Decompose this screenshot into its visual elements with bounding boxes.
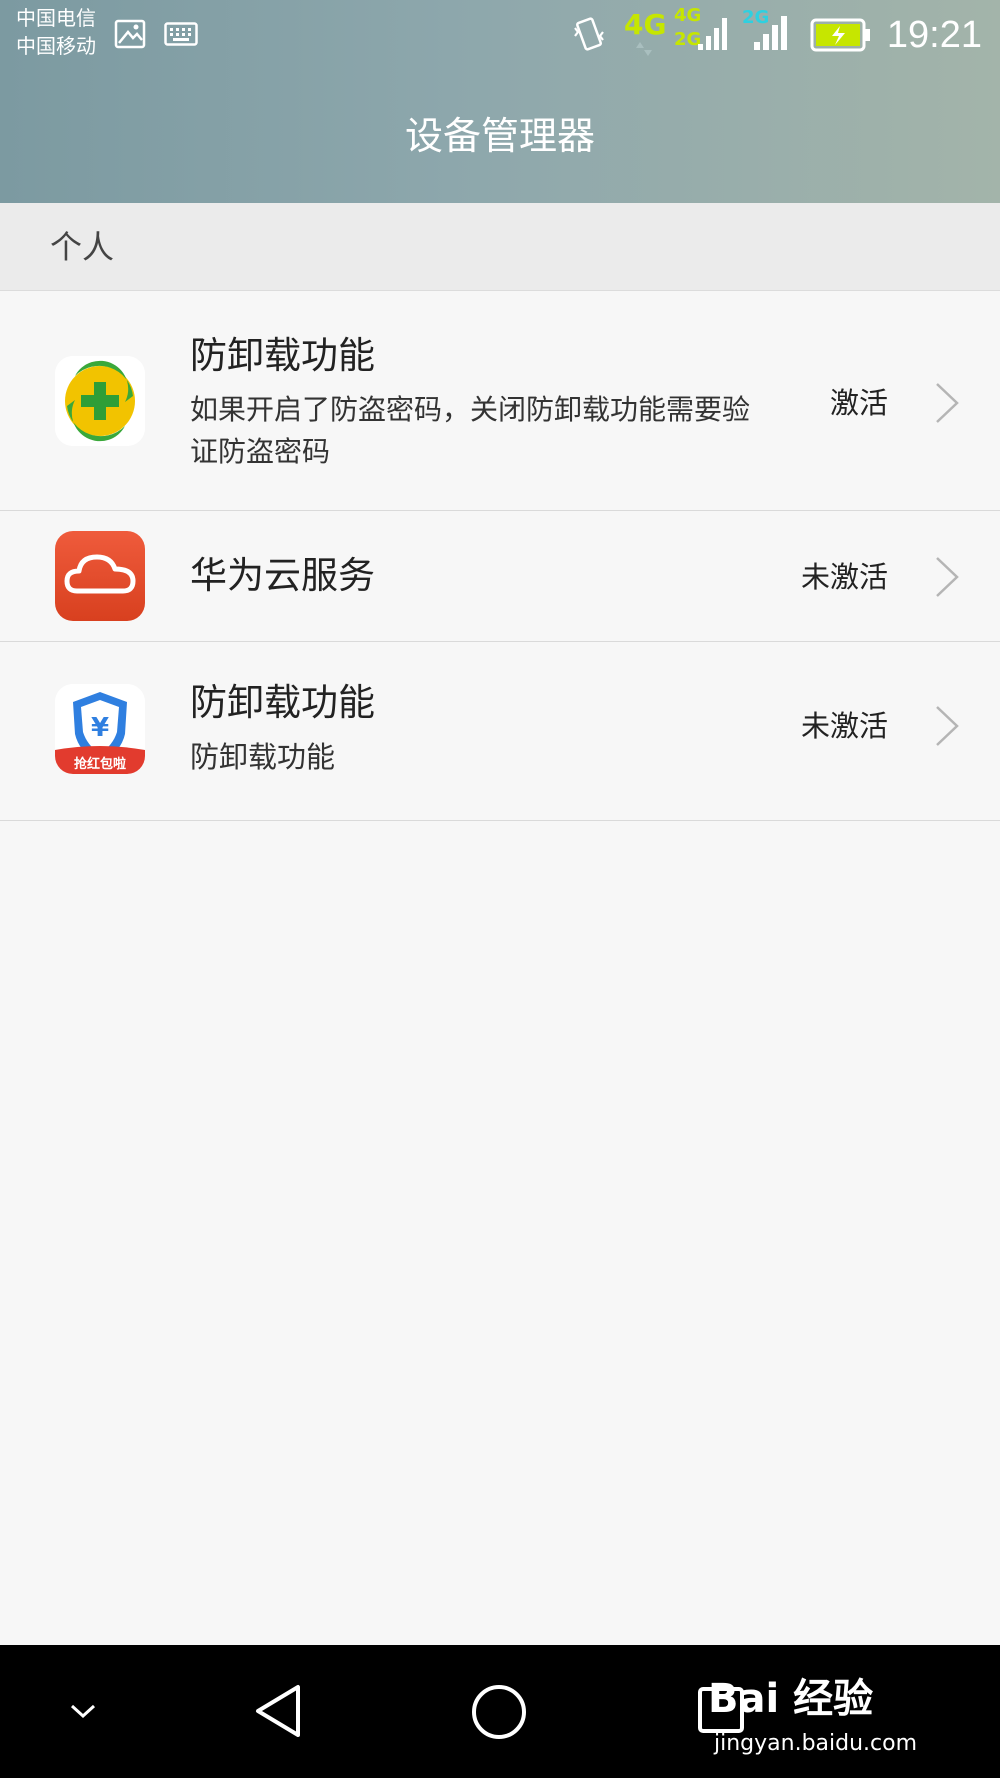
network-type-1: 4G — [624, 8, 667, 41]
collapse-icon[interactable] — [66, 1701, 100, 1723]
item-title: 防卸载功能 — [190, 681, 375, 724]
battery-charging-icon — [810, 18, 870, 52]
app-header: 中国电信 中国移动 4G 4G 2G 2G 19:21 设备管理器 — [0, 0, 1000, 203]
section-label: 个人 — [50, 228, 115, 266]
page-title: 设备管理器 — [404, 114, 595, 158]
icon-caption: 抢红包啦 — [74, 756, 126, 772]
item-subtitle: 防卸载功能 — [190, 740, 336, 774]
watermark-url: jingyan.baidu.com — [714, 1731, 918, 1756]
keyboard-icon — [164, 22, 198, 46]
carrier-2: 中国移动 — [16, 34, 96, 58]
list-item-anti-uninstall-360[interactable]: 防卸载功能 如果开启了防盗密码，关闭防卸载功能需要验证防盗密码 激活 — [0, 291, 1000, 511]
status-bar: 中国电信 中国移动 4G 4G 2G 2G 19:21 — [0, 0, 1000, 70]
data-arrows-icon — [636, 42, 652, 56]
chevron-right-icon — [936, 706, 959, 746]
carrier-info: 中国电信 中国移动 — [16, 4, 96, 60]
carrier-1: 中国电信 — [16, 6, 96, 30]
list-item-huawei-cloud[interactable]: 华为云服务 未激活 — [0, 511, 1000, 642]
svg-text:¥: ¥ — [91, 713, 109, 743]
vibrate-icon — [574, 17, 604, 51]
signal-icon — [698, 18, 727, 50]
chevron-right-icon — [936, 557, 959, 597]
shield-yen-icon: ¥ 抢红包啦 — [55, 684, 145, 774]
signal-icon — [754, 16, 787, 50]
chevron-right-icon — [936, 383, 959, 423]
baidu-jingyan-watermark: Bai 经验 jingyan.baidu.com — [708, 1675, 948, 1765]
360-security-icon — [55, 356, 145, 446]
list-item-anti-uninstall-hongbao[interactable]: ¥ 抢红包啦 防卸载功能 防卸载功能 未激活 — [0, 642, 1000, 821]
device-admin-list: 防卸载功能 如果开启了防盗密码，关闭防卸载功能需要验证防盗密码 激活 华为云服务… — [0, 291, 1000, 821]
item-status: 激活 — [829, 386, 888, 420]
watermark-title: Bai 经验 — [708, 1676, 874, 1722]
item-title: 华为云服务 — [190, 554, 375, 597]
home-icon[interactable] — [470, 1683, 528, 1741]
navigation-bar: Bai 经验 jingyan.baidu.com — [0, 1645, 1000, 1778]
item-title: 防卸载功能 — [190, 334, 375, 377]
item-status: 未激活 — [800, 560, 888, 594]
item-subtitle: 如果开启了防盗密码，关闭防卸载功能需要验证防盗密码 — [190, 393, 751, 468]
back-icon[interactable] — [250, 1681, 306, 1741]
image-icon — [114, 19, 146, 49]
clock: 19:21 — [886, 14, 982, 56]
item-status: 未激活 — [800, 709, 888, 743]
section-header: 个人 — [0, 203, 1000, 291]
huawei-cloud-icon — [55, 531, 145, 621]
